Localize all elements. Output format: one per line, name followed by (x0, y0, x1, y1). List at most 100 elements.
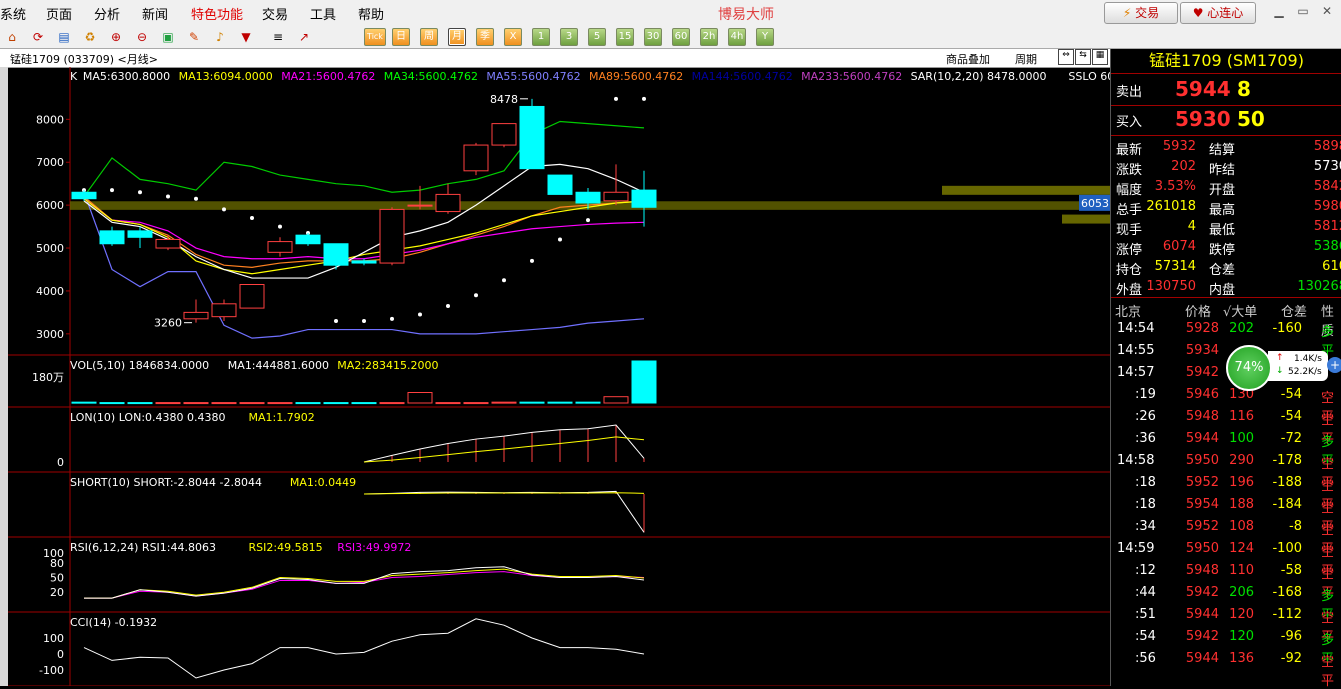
period-Y[interactable]: Y (756, 28, 774, 46)
period-60[interactable]: 60 (672, 28, 690, 46)
close-button[interactable]: ✕ (1318, 3, 1336, 19)
app-title: 博易大师 (718, 7, 774, 23)
stat-row: 外盘130750 内盘 130268 (1111, 277, 1341, 298)
tick-cell: :36 (1135, 431, 1156, 446)
tick-cell: -168 (1272, 585, 1302, 600)
tick-row: :19 5946 130 -54 空平 (1111, 385, 1341, 425)
sell-qty: 8 (1237, 77, 1251, 101)
tick-cell: 5934 (1185, 343, 1219, 358)
zone-band (1062, 214, 1110, 224)
buy-row[interactable]: 买入 5930 50 (1111, 107, 1341, 133)
line-chart-icon[interactable]: ↗ (296, 29, 312, 45)
zoom-out-icon[interactable]: ⊖ (134, 29, 150, 45)
tick-cell: -112 (1272, 607, 1302, 622)
tick-cell: 5950 (1185, 541, 1219, 556)
volume-bar (603, 396, 629, 404)
recycle-icon[interactable]: ♻ (82, 29, 98, 45)
candle-body (603, 191, 629, 202)
high-label: 8478 (490, 93, 518, 106)
indicator-label: SHORT(10) SHORT:-2.8044 -2.8044 (70, 476, 262, 489)
period-button[interactable]: 周期 (1015, 51, 1037, 67)
stat-value: 5980 (1313, 199, 1341, 214)
menu-item-7[interactable]: 帮助 (358, 4, 384, 23)
swap-icon[interactable]: ⇆ (1075, 49, 1091, 65)
trade-button[interactable]: ⚡ 交易 (1104, 2, 1178, 24)
ma-indicator-label: MA55:5600.4762 (486, 70, 580, 83)
pen-icon[interactable]: ✎ (186, 29, 202, 45)
chart-header: 锰硅1709 (033709) <月线> 商品叠加 周期 ⇔ ⇆ ▦ (0, 49, 1110, 68)
stat-value: 130750 (1146, 279, 1196, 294)
connect-button[interactable]: ♥ 心连心 (1180, 2, 1256, 24)
tick-cell: -188 (1272, 475, 1302, 490)
candle-body (323, 243, 349, 266)
menu-item-3[interactable]: 新闻 (142, 4, 168, 23)
rsi-tick-label: 50 (50, 572, 64, 585)
tick-cell: 14:55 (1117, 343, 1155, 358)
period-30[interactable]: 30 (644, 28, 662, 46)
up-arrow-icon: ↑ (1276, 353, 1284, 363)
stat-row: 涨停 6074 跌停 5386 (1111, 237, 1341, 258)
period-季[interactable]: 季 (476, 28, 494, 46)
period-日[interactable]: 日 (392, 28, 410, 46)
filter-icon[interactable]: ▼ (238, 29, 254, 45)
list-icon[interactable]: ≡ (270, 29, 286, 45)
candle-body (267, 241, 293, 253)
tick-cell: -160 (1272, 321, 1302, 336)
refresh-icon[interactable]: ⟳ (30, 29, 46, 45)
tick-button[interactable]: Tick (364, 28, 386, 46)
stat-value: 6074 (1162, 239, 1196, 254)
bell-icon[interactable]: ♪ (212, 29, 228, 45)
period-4h[interactable]: 4h (728, 28, 746, 46)
menu-item-0[interactable]: 系统 (0, 4, 26, 23)
buy-label: 买入 (1116, 115, 1143, 130)
chart-icon[interactable]: ▤ (56, 29, 72, 45)
ma-indicator-label: SAR(10,2,20) 8478.0000 (911, 70, 1047, 83)
menu-item-4[interactable]: 特色功能 (191, 4, 243, 23)
home-icon[interactable]: ⌂ (4, 29, 20, 45)
stat-value: 202 (1171, 159, 1196, 174)
menu-item-1[interactable]: 页面 (46, 4, 72, 23)
sell-row[interactable]: 卖出 5944 8 (1111, 77, 1341, 103)
lightning-icon: ⚡ (1122, 6, 1132, 20)
period-月[interactable]: 月 (448, 28, 466, 46)
menu-item-2[interactable]: 分析 (94, 4, 120, 23)
candle-body (547, 174, 573, 195)
menu-item-6[interactable]: 工具 (310, 4, 336, 23)
menu-item-5[interactable]: 交易 (262, 4, 288, 23)
candle-body (351, 260, 377, 264)
candle-body (435, 193, 461, 213)
sar-dot (474, 293, 478, 298)
period-周[interactable]: 周 (420, 28, 438, 46)
volume-bar (519, 401, 545, 404)
period-15[interactable]: 15 (616, 28, 634, 46)
grid-icon[interactable]: ▦ (1092, 49, 1108, 65)
network-speed-widget[interactable]: ↑ 1.4K/s ↓ 52.2K/s 74% + (1226, 345, 1341, 391)
period-3[interactable]: 3 (560, 28, 578, 46)
volume-bar (323, 402, 349, 405)
stat-label: 仓差 (1209, 263, 1236, 278)
prev-icon[interactable]: ⇔ (1058, 49, 1074, 65)
tick-cell: 5950 (1185, 453, 1219, 468)
volume-bar (407, 392, 433, 404)
tick-row: :12 5948 110 -58 空平 (1111, 561, 1341, 601)
zoom-in-icon[interactable]: ⊕ (108, 29, 124, 45)
tick-cell: 14:54 (1117, 321, 1155, 336)
tick-cell: :12 (1135, 563, 1156, 578)
tick-cell: 空平 (1321, 655, 1335, 689)
kline-chart[interactable]: 800070006000500040003000K MA5:6300.8000 MA… (0, 67, 1110, 686)
overlay-button[interactable]: 商品叠加 (946, 51, 990, 67)
tick-row: :26 5948 116 -54 空平 (1111, 407, 1341, 447)
plus-icon[interactable]: + (1327, 357, 1341, 373)
symbol-label: 锰硅1709 (033709) <月线> (10, 53, 158, 66)
tick-row: 14:54 5928 202 -160 多平 (1111, 319, 1341, 359)
divider (1111, 135, 1341, 136)
period-5[interactable]: 5 (588, 28, 606, 46)
period-X[interactable]: X (504, 28, 522, 46)
period-1[interactable]: 1 (532, 28, 550, 46)
minimize-button[interactable]: ▁ (1270, 3, 1288, 19)
layers-icon[interactable]: ▣ (160, 29, 176, 45)
restore-button[interactable]: ▭ (1294, 3, 1312, 19)
tick-col-header: √大单 (1223, 305, 1258, 320)
period-2h[interactable]: 2h (700, 28, 718, 46)
tick-cell: 14:58 (1117, 453, 1155, 468)
